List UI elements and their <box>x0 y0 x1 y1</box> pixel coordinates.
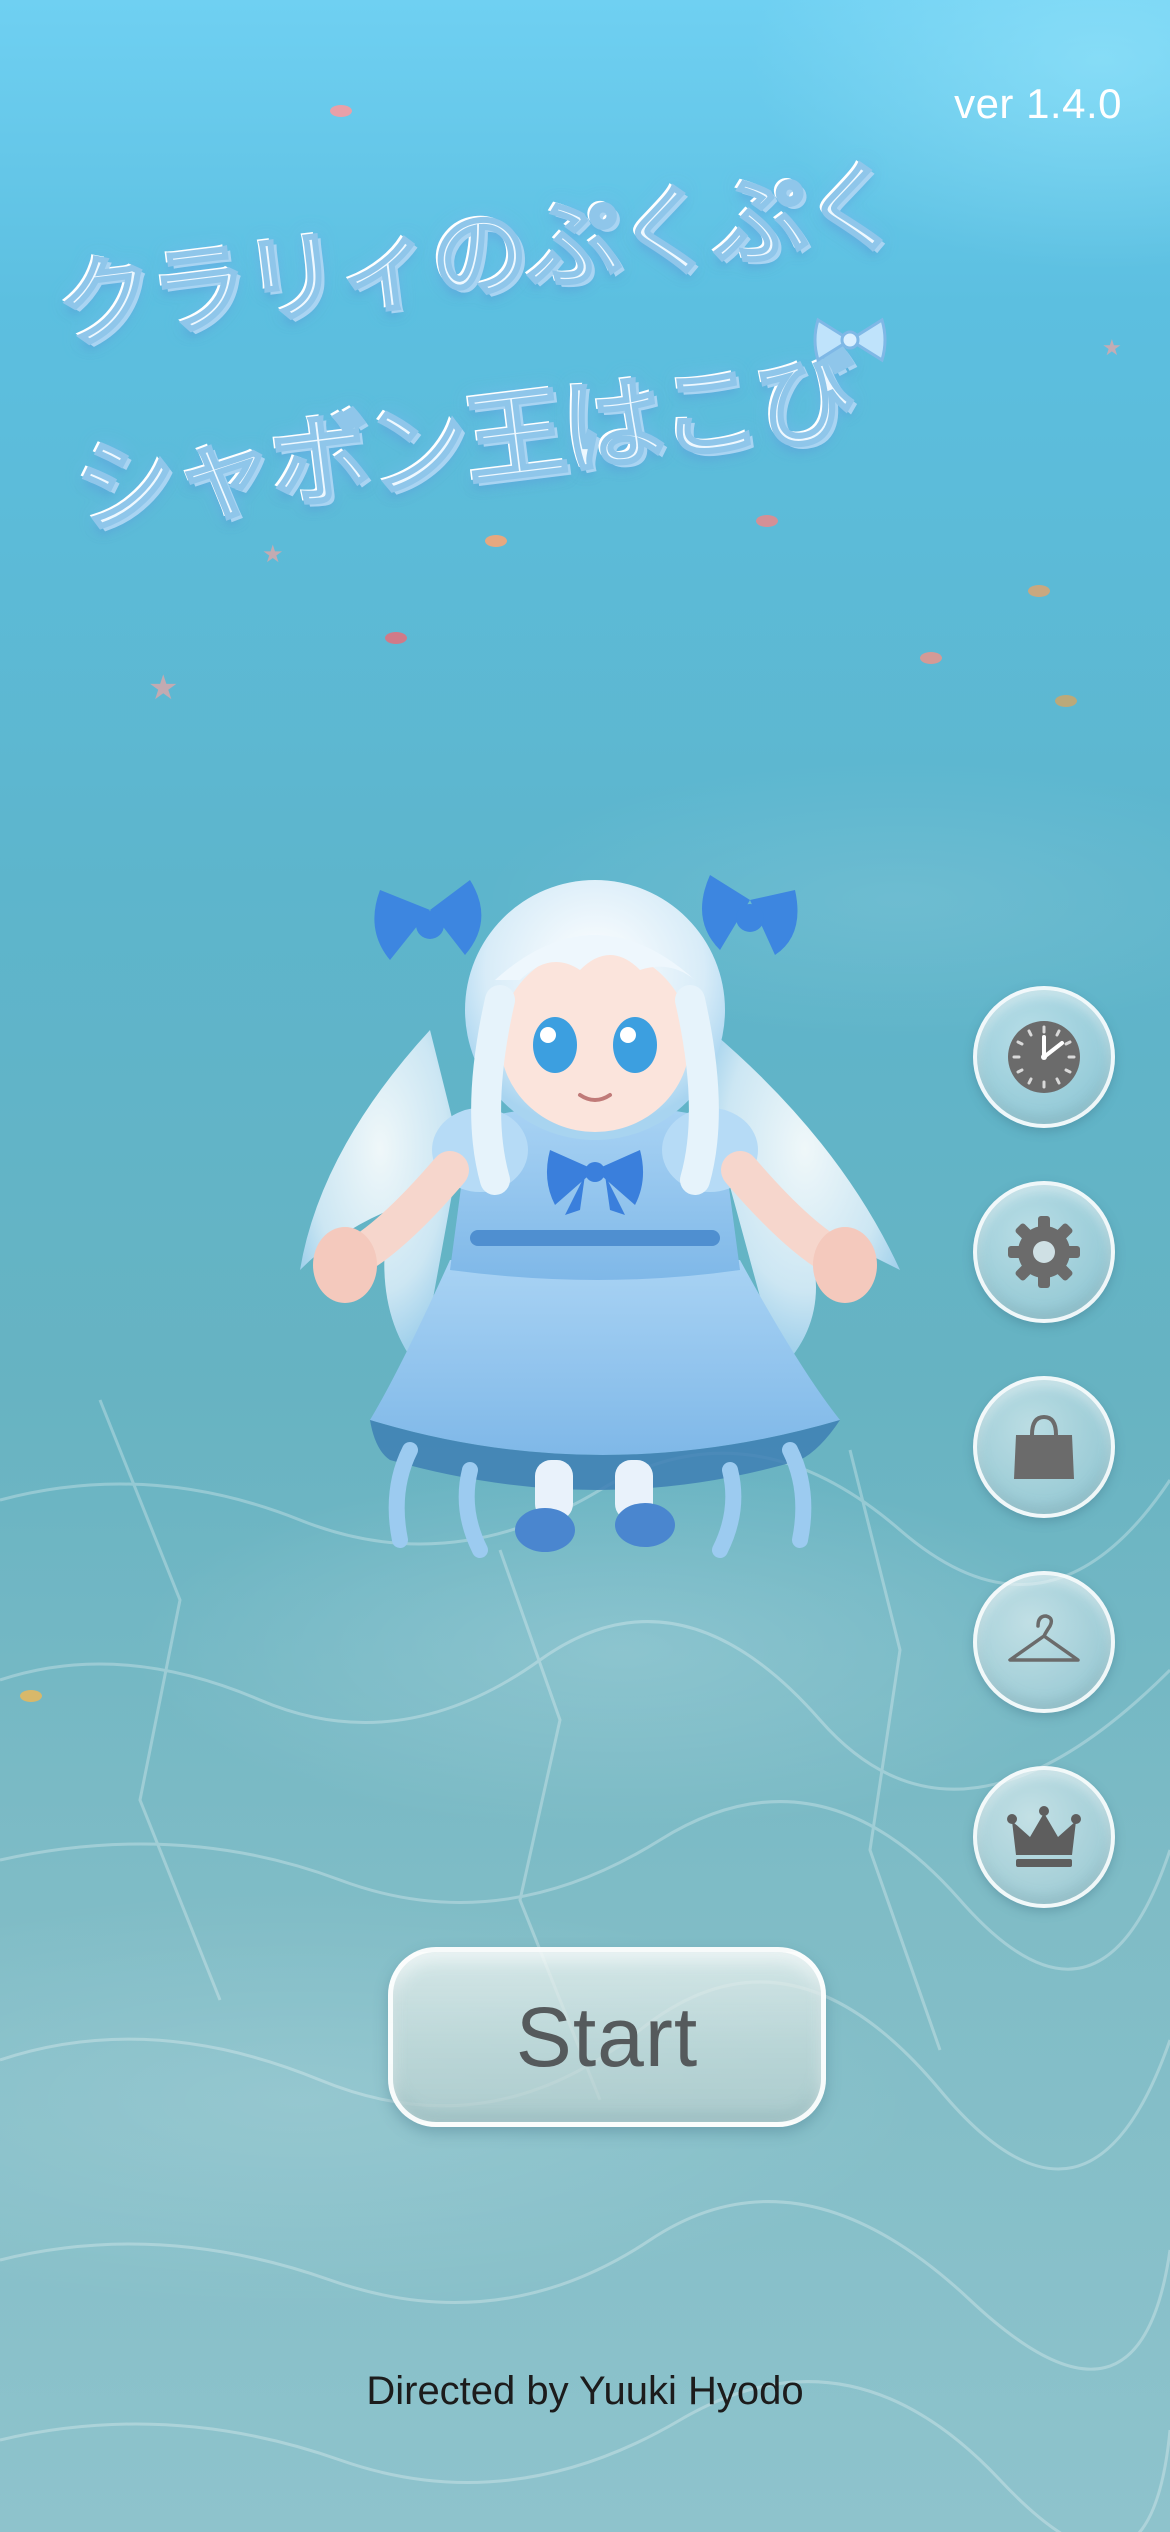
clock-icon <box>1008 1021 1080 1093</box>
fish-decoration <box>20 1690 42 1702</box>
crown-icon <box>1007 1806 1081 1867</box>
side-menu <box>973 986 1115 1961</box>
shopping-bag-icon <box>1014 1414 1074 1479</box>
ranking-button[interactable] <box>973 1766 1115 1908</box>
wardrobe-button[interactable] <box>973 1571 1115 1713</box>
gear-icon <box>1008 1216 1080 1288</box>
fish-decoration <box>385 632 407 644</box>
start-button[interactable]: Start <box>388 1947 826 2127</box>
starfish-decoration: ★ <box>148 669 179 707</box>
fish-decoration <box>1055 695 1077 707</box>
shop-button[interactable] <box>973 1376 1115 1518</box>
character-clarie <box>300 875 900 1558</box>
director-credit: Directed by Yuuki Hyodo <box>366 2369 804 2413</box>
fish-decoration <box>1028 585 1050 597</box>
hanger-icon <box>1008 1614 1080 1662</box>
fish-decoration <box>920 652 942 664</box>
settings-button[interactable] <box>973 1181 1115 1323</box>
starfish-decoration: ★ <box>1102 335 1122 360</box>
time-button[interactable] <box>973 986 1115 1128</box>
game-logo: クラリィのぷくぷく シャボン王はこび <box>40 148 907 630</box>
ribbon-icon <box>813 317 887 363</box>
version-label: ver 1.4.0 <box>954 80 1122 127</box>
fish-decoration <box>330 105 352 117</box>
